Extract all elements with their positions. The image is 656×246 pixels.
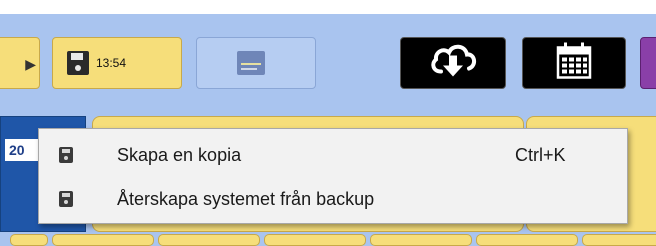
- calendar-button[interactable]: [522, 37, 626, 89]
- floppy-disk-icon: [59, 147, 73, 163]
- image-thumbnail-icon: [237, 51, 265, 75]
- bottom-pill[interactable]: [476, 234, 578, 246]
- arrow-icon: ▶: [25, 56, 36, 72]
- bottom-pill[interactable]: [158, 234, 260, 246]
- menu-item-shortcut: Ctrl+K: [515, 145, 566, 165]
- toolbar-partial-button[interactable]: ▶: [0, 37, 40, 89]
- menu-item-label: Återskapa systemet från backup: [117, 189, 375, 209]
- calendar-icon: [554, 41, 594, 86]
- purple-button[interactable]: [640, 37, 656, 89]
- menu-item-restore-backup[interactable]: Återskapa systemet från backup: [39, 179, 627, 219]
- floppy-disk-icon: [67, 51, 89, 75]
- bottom-pill[interactable]: [370, 234, 472, 246]
- cloud-download-button[interactable]: [400, 37, 506, 89]
- floppy-disk-icon: [59, 191, 73, 207]
- save-button[interactable]: 13:54: [52, 37, 182, 89]
- image-button[interactable]: [196, 37, 316, 89]
- bottom-pill[interactable]: [582, 234, 656, 246]
- top-strip: [0, 0, 656, 14]
- save-time: 13:54: [96, 56, 127, 70]
- bottom-pill[interactable]: [52, 234, 154, 246]
- context-menu: Skapa en kopia Ctrl+K Återskapa systemet…: [38, 128, 628, 224]
- bottom-pill[interactable]: [264, 234, 366, 246]
- cloud-download-icon: [427, 42, 479, 85]
- menu-item-label: Skapa en kopia: [117, 145, 242, 165]
- menu-item-create-copy[interactable]: Skapa en kopia Ctrl+K: [39, 135, 627, 175]
- bottom-pill[interactable]: [10, 234, 48, 246]
